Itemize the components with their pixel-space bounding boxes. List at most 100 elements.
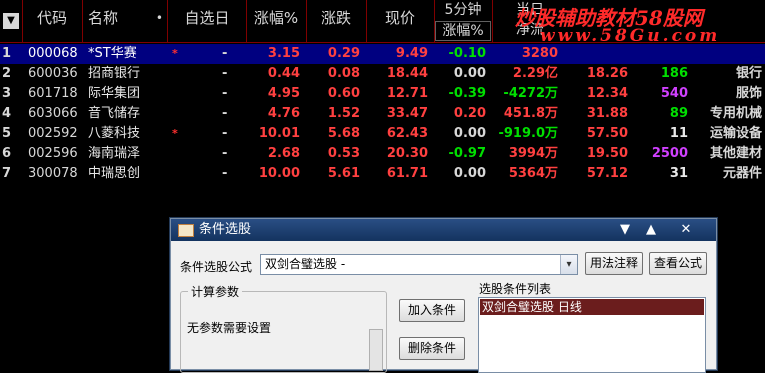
col-5min-header[interactable]: 5分钟 涨幅% [434, 0, 493, 42]
cell-name: 招商银行 [88, 66, 141, 81]
cell-price: 33.47 [386, 106, 428, 121]
cell-code: 300078 [28, 166, 78, 181]
cell-flow: -919.0万 [498, 126, 558, 141]
cell-price: 9.49 [395, 46, 428, 61]
cell-idx: 7 [2, 166, 12, 181]
cell-flow: 5364万 [508, 166, 558, 181]
col-code-header[interactable]: 代码 [22, 0, 83, 42]
cell-c10: 19.50 [586, 146, 628, 161]
cell-idx: 4 [2, 106, 12, 121]
col-name-header[interactable]: 名称 • [82, 0, 168, 42]
col-5min-sub: 涨幅% [435, 21, 491, 41]
cell-code: 603066 [28, 106, 78, 121]
params-group-title: 计算参数 [188, 283, 243, 300]
cell-m5: -0.10 [448, 46, 486, 61]
cell-flow: 3994万 [508, 146, 558, 161]
cell-flow: 3280 [521, 46, 558, 61]
cell-watch: - [222, 46, 228, 61]
dialog-titlebar[interactable]: 条件选股 ▼ ▲ ✕ [171, 219, 716, 241]
cell-m5: 0.00 [453, 66, 486, 81]
cell-flow: -4272万 [503, 86, 558, 101]
no-params-text: 无参数需要设置 [187, 321, 272, 335]
cell-c10: 12.34 [586, 86, 628, 101]
table-row[interactable]: 7 300078 中瑞思创 - 10.00 5.61 61.71 0.00 5364万 57.12… [0, 164, 765, 184]
cell-watch: - [222, 166, 228, 181]
cell-mark: * [172, 47, 178, 60]
cell-price: 61.71 [386, 166, 428, 181]
cell-code: 600036 [28, 66, 78, 81]
condition-list-item[interactable]: 双剑合璧选股 日线 [480, 299, 704, 315]
cell-watch: - [222, 106, 228, 121]
cell-price: 62.43 [386, 126, 428, 141]
remove-condition-button[interactable]: 删除条件 [399, 337, 465, 360]
condition-list[interactable]: 双剑合璧选股 日线 [478, 297, 706, 373]
usage-notes-button[interactable]: 用法注释 [585, 252, 643, 275]
cell-c12: 元器件 [722, 166, 762, 181]
cell-mark: * [172, 127, 178, 140]
cell-pct: 10.01 [258, 126, 300, 141]
cell-name: *ST华赛 [88, 46, 137, 61]
table-row[interactable]: 5 002592 八菱科技 * - 10.01 5.68 62.43 0.00 -919.0万 57… [0, 124, 765, 144]
col-chg-header[interactable]: 涨跌 [306, 0, 367, 42]
cell-name: 际华集团 [88, 86, 141, 101]
col-watch-header[interactable]: 自选日 [168, 0, 247, 42]
table-row[interactable]: 6 002596 海南瑞泽 - 2.68 0.53 20.30 -0.97 3994万 19.50… [0, 144, 765, 164]
cell-chg: 0.53 [327, 146, 360, 161]
cell-m5: 0.00 [453, 166, 486, 181]
cell-chg: 0.29 [327, 46, 360, 61]
cell-m5: -0.97 [448, 146, 486, 161]
cell-flow: 2.29亿 [512, 66, 558, 81]
cell-m5: -0.39 [448, 86, 486, 101]
condition-list-label: 选股条件列表 [479, 282, 552, 296]
cell-m5: 0.00 [453, 126, 486, 141]
condition-select-dialog: 条件选股 ▼ ▲ ✕ 条件选股公式 双剑合璧选股 - ▾ 用法注释 查看公式 计… [170, 218, 717, 373]
cell-c11: 31 [669, 166, 688, 181]
table-row[interactable]: 1 000068 *ST华赛 * - 3.15 0.29 9.49 -0.10 3280 [0, 44, 765, 64]
cell-pct: 10.00 [258, 166, 300, 181]
cell-chg: 0.60 [327, 86, 360, 101]
cell-idx: 5 [2, 126, 12, 141]
cell-pct: 4.76 [267, 106, 300, 121]
params-scrollbar[interactable] [369, 329, 383, 371]
col-name-dot: • [155, 11, 163, 25]
table-row[interactable]: 3 601718 际华集团 - 4.95 0.60 12.71 -0.39 -4272万 12.3… [0, 84, 765, 104]
table-row[interactable]: 4 603066 音飞储存 - 4.76 1.52 33.47 0.20 451.8万 31.88… [0, 104, 765, 124]
col-price-header[interactable]: 现价 [366, 0, 435, 42]
cell-c11: 540 [660, 86, 688, 101]
cell-chg: 5.68 [327, 126, 360, 141]
cell-c10: 57.12 [586, 166, 628, 181]
col-pct-header[interactable]: 涨幅% [246, 0, 307, 42]
cell-pct: 0.44 [267, 66, 300, 81]
cell-pct: 4.95 [267, 86, 300, 101]
menu-arrow-icon: ▼ [3, 13, 19, 29]
formula-select[interactable]: 双剑合璧选股 - ▾ [260, 254, 578, 275]
cell-watch: - [222, 86, 228, 101]
cell-c12: 服饰 [735, 86, 762, 101]
cell-idx: 1 [2, 46, 12, 61]
col-5min-top: 5分钟 [444, 2, 482, 18]
cell-price: 20.30 [386, 146, 428, 161]
cell-chg: 1.52 [327, 106, 360, 121]
cell-code: 601718 [28, 86, 78, 101]
cell-chg: 5.61 [327, 166, 360, 181]
dialog-minimize-button[interactable]: ▲ [638, 219, 664, 241]
cell-idx: 2 [2, 66, 12, 81]
dialog-dropdown-button[interactable]: ▼ [612, 219, 638, 241]
cell-c12: 运输设备 [709, 126, 762, 141]
cell-c12: 银行 [735, 66, 762, 81]
cell-code: 002592 [28, 126, 78, 141]
table-row[interactable]: 2 600036 招商银行 - 0.44 0.08 18.44 0.00 2.29亿 18.26 1… [0, 64, 765, 84]
cell-watch: - [222, 126, 228, 141]
cell-c11: 11 [669, 126, 688, 141]
cell-watch: - [222, 146, 228, 161]
cell-price: 18.44 [386, 66, 428, 81]
view-formula-button[interactable]: 查看公式 [649, 252, 707, 275]
menu-button[interactable]: ▼ [0, 0, 23, 42]
dialog-title: 条件选股 [199, 222, 252, 237]
add-condition-button[interactable]: 加入条件 [399, 299, 465, 322]
cell-c11: 186 [660, 66, 688, 81]
dialog-close-button[interactable]: ✕ [673, 219, 699, 241]
cell-name: 八菱科技 [88, 126, 141, 141]
dialog-app-icon [178, 224, 194, 237]
chevron-down-icon: ▾ [560, 255, 577, 274]
